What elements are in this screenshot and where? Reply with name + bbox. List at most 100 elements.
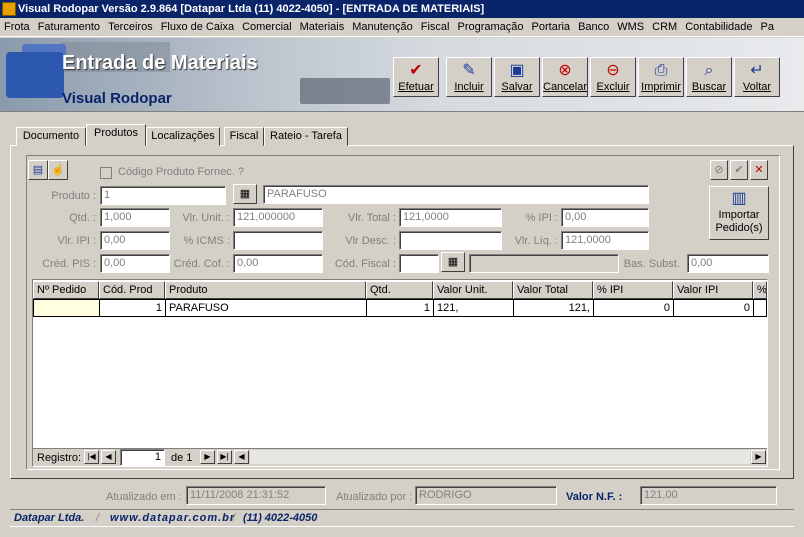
buscar-button[interactable]: ⌕ Buscar [686,57,732,97]
cell-valor-ipi[interactable]: 0 [673,299,754,317]
vlr-ipi-field[interactable]: 0,00 [100,231,170,250]
imprimir-button[interactable]: ⎙ Imprimir [638,57,684,97]
col-pct-ipi[interactable]: % IPI [593,281,673,299]
status-separator-2: / [232,512,236,524]
col-num-pedido[interactable]: Nº Pedido [33,281,99,299]
menu-fiscal[interactable]: Fiscal [417,18,454,36]
cod-fiscal-label: Cód. Fiscal : [334,258,396,270]
menu-faturamento[interactable]: Faturamento [34,18,104,36]
nav-last-icon[interactable]: ▶| [217,450,232,464]
cell-valor-total[interactable]: 121, [513,299,594,317]
tab-documento[interactable]: Documento [16,127,86,146]
cred-cof-field[interactable]: 0,00 [233,254,323,273]
vlr-total-field[interactable]: 121,0000 [399,208,502,227]
folder-icon[interactable]: ▤ [28,160,48,180]
horizontal-scrollbar[interactable] [250,450,750,464]
produto-label: Produto : [51,190,96,202]
cred-cof-label: Créd. Cof. : [173,258,230,270]
pct-icms-field[interactable] [233,231,323,250]
produto-lookup-icon[interactable]: ▦ [233,184,257,204]
pct-ipi-label: % IPI : [525,212,558,224]
confirm-icon[interactable]: ✔ [730,160,748,180]
vlr-desc-label: Vlr Desc. : [345,235,396,247]
tab-fiscal[interactable]: Fiscal [224,127,264,146]
banner-ship-image [300,78,390,104]
produto-desc-field[interactable]: PARAFUSO [263,185,649,204]
cred-pis-field[interactable]: 0,00 [100,254,170,273]
menu-contabilidade[interactable]: Contabilidade [681,18,756,36]
tab-localizacoes[interactable]: Localizações [146,127,220,146]
col-qtd[interactable]: Qtd. [366,281,433,299]
cod-fiscal-lookup-icon[interactable]: ▦ [441,252,465,272]
codigo-fornec-label: Código Produto Fornec. ? [118,166,244,178]
menu-comercial[interactable]: Comercial [238,18,296,36]
efetuar-button[interactable]: ✔ Efetuar [393,57,439,97]
menu-terceiros[interactable]: Terceiros [104,18,157,36]
pct-ipi-field[interactable]: 0,00 [561,208,649,227]
menu-programacao[interactable]: Programação [453,18,527,36]
atualizado-por-label: Atualizado por : [336,491,413,503]
col-valor-unit[interactable]: Valor Unit. [433,281,513,299]
vlr-liq-label: Vlr. Líq. : [514,235,558,247]
voltar-button[interactable]: ↵ Voltar [734,57,780,97]
vlr-desc-field[interactable] [399,231,502,250]
col-valor-total[interactable]: Valor Total [513,281,593,299]
menu-portaria[interactable]: Portaria [528,18,575,36]
delete-icon: ⊖ [606,62,620,79]
back-icon: ↵ [750,62,764,79]
cell-pct-more[interactable] [753,299,767,317]
nav-first-icon[interactable]: |◀ [84,450,99,464]
vlr-liq-field[interactable]: 121,0000 [561,231,649,250]
produto-code-field[interactable]: 1 [100,186,226,205]
cod-fiscal-desc-field [469,254,619,273]
cell-qtd[interactable]: 1 [366,299,434,317]
nav-prev-icon[interactable]: ◀ [101,450,116,464]
close-icon[interactable]: ✕ [750,160,768,180]
qtd-field[interactable]: 1,000 [100,208,170,227]
menu-manutencao[interactable]: Manutenção [348,18,417,36]
menu-fluxo-caixa[interactable]: Fluxo de Caixa [157,18,238,36]
menu-materiais[interactable]: Materiais [296,18,349,36]
excluir-button[interactable]: ⊖ Excluir [590,57,636,97]
col-pct-more[interactable]: % [753,281,767,299]
bas-subst-label: Bas. Subst. [623,258,680,270]
include-icon: ✎ [462,62,476,79]
cell-produto[interactable]: PARAFUSO [165,299,367,317]
vlr-unit-field[interactable]: 121,000000 [233,208,323,227]
cell-valor-unit[interactable]: 121, [433,299,514,317]
col-produto[interactable]: Produto [165,281,366,299]
menu-banco[interactable]: Banco [574,18,613,36]
menu-frota[interactable]: Frota [0,18,34,36]
scroll-left-icon[interactable]: ◀ [234,450,249,464]
cod-fiscal-field[interactable] [399,254,439,273]
atualizado-por-field: RODRIGO [415,486,557,505]
col-cod-prod[interactable]: Cód. Prod [99,281,165,299]
bas-subst-field[interactable]: 0,00 [687,254,769,273]
cell-pct-ipi[interactable]: 0 [593,299,674,317]
incluir-button[interactable]: ✎ Incluir [446,57,492,97]
tab-rateio-tarefa[interactable]: Rateio - Tarefa [264,127,348,146]
check-icon: ✔ [409,62,423,79]
nav-next-icon[interactable]: ▶ [200,450,215,464]
print-icon: ⎙ [654,62,668,79]
scroll-right-icon[interactable]: ▶ [751,450,766,464]
status-separator-1: / [96,512,100,524]
cell-num-pedido[interactable] [33,299,100,317]
cancelar-button[interactable]: ⊗ Cancelar [542,57,588,97]
window-title: Visual Rodopar Versão 2.9.864 [Datapar L… [18,3,485,15]
tab-produtos[interactable]: Produtos [86,124,146,146]
window-title-bar: Visual Rodopar Versão 2.9.864 [Datapar L… [0,0,804,18]
menu-crm[interactable]: CRM [648,18,681,36]
codigo-fornec-checkbox[interactable] [100,167,112,179]
banner-truck-cab-image [6,52,64,98]
valor-nf-label: Valor N.F. : [566,491,623,503]
col-valor-ipi[interactable]: Valor IPI [673,281,753,299]
importar-pedidos-button[interactable]: ▥ Importar Pedido(s) [709,186,769,240]
ban-icon[interactable]: ⊘ [710,160,728,180]
pointer-icon[interactable]: ☝ [48,160,68,180]
menu-wms[interactable]: WMS [613,18,648,36]
registro-input[interactable]: 1 [120,449,165,466]
menu-more[interactable]: Pa [757,18,778,36]
cell-cod-prod[interactable]: 1 [99,299,166,317]
salvar-button[interactable]: ▣ Salvar [494,57,540,97]
